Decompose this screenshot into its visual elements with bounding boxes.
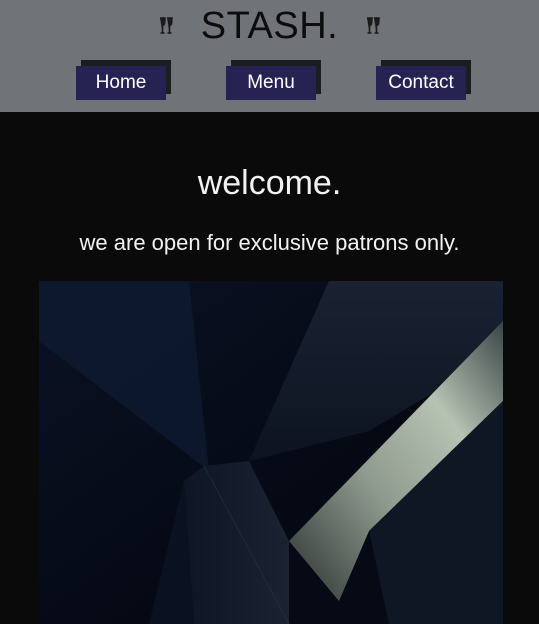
tagline: we are open for exclusive patrons only. xyxy=(79,230,460,255)
cocktail-glass-icon xyxy=(366,17,381,35)
site-header: STASH. Home Menu Contact xyxy=(0,0,539,112)
brand-title[interactable]: STASH. xyxy=(201,5,338,48)
brand-row: STASH. xyxy=(0,2,539,50)
cocktail-glass-icon xyxy=(159,17,173,35)
menu-link[interactable]: Menu xyxy=(226,66,316,100)
main-nav: Home Menu Contact xyxy=(0,60,539,104)
welcome-heading: welcome. xyxy=(197,164,342,202)
home-link[interactable]: Home xyxy=(76,66,166,100)
dark-architecture-photo xyxy=(39,281,503,624)
main-content: welcome. we are open for exclusive patro… xyxy=(0,112,539,624)
hero-image xyxy=(39,281,503,624)
contact-link[interactable]: Contact xyxy=(376,66,466,100)
